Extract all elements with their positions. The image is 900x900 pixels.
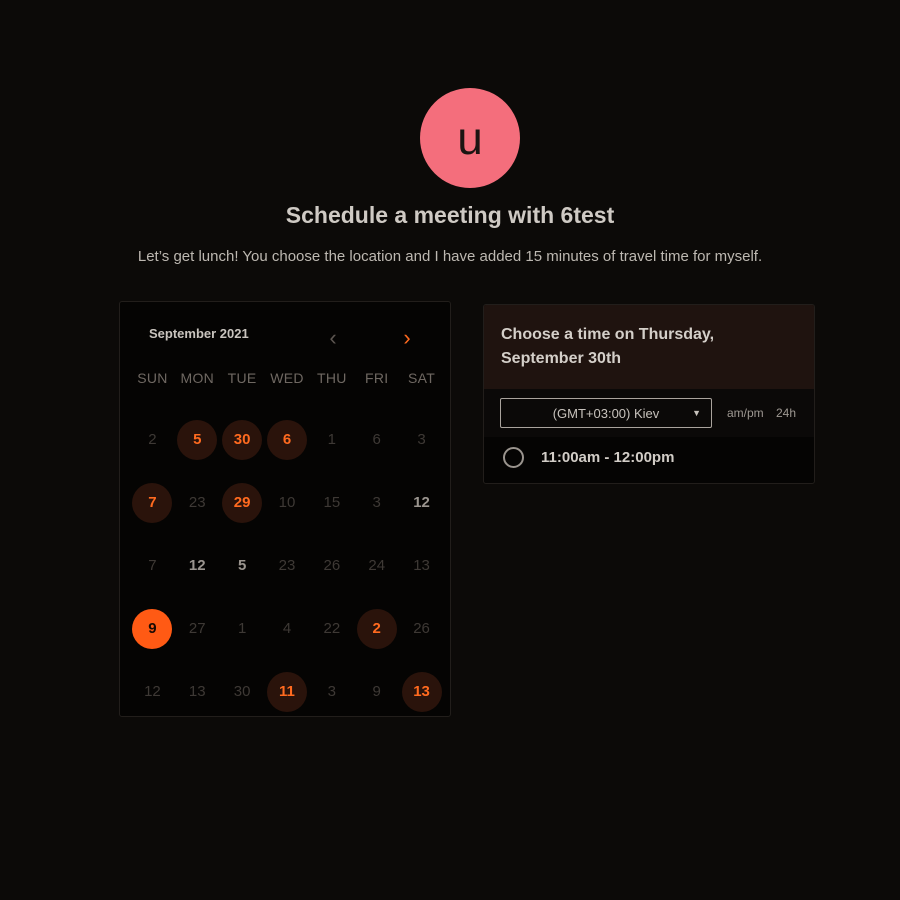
day-grid: 2 5 30 6 1 6 3 7 23 29 10 15 3 12 7 12 5 23 26 24 13 9 27 1 4 22 2… (130, 408, 444, 723)
day-cell-selected[interactable]: 9 (130, 597, 175, 660)
day-number: 9 (372, 683, 381, 700)
caret-down-icon: ▼ (692, 408, 701, 418)
avatar: u (420, 88, 520, 188)
format-24h-toggle[interactable]: 24h (776, 406, 796, 420)
page-title: Schedule a meeting with 6test (285, 202, 615, 228)
day-number: 4 (282, 620, 292, 637)
day-number: 6 (266, 419, 307, 460)
day-cell: 12 (175, 534, 220, 597)
day-cell: 9 (354, 660, 399, 723)
day-number: 15 (323, 494, 341, 511)
day-cell: 23 (175, 471, 220, 534)
day-cell: 13 (175, 660, 220, 723)
day-cell[interactable]: 30 (220, 408, 265, 471)
day-cell: 27 (175, 597, 220, 660)
day-number: 1 (237, 620, 247, 637)
day-cell[interactable]: 7 (130, 471, 175, 534)
day-number: 12 (188, 557, 206, 574)
day-number: 3 (327, 683, 337, 700)
day-cell: 30 (220, 660, 265, 723)
avatar-letter: u (457, 112, 483, 164)
timezone-select[interactable]: (GMT+03:00) Kiev ▼ (500, 398, 712, 428)
timezone-value: (GMT+03:00) Kiev (552, 405, 660, 421)
day-number: 23 (188, 494, 206, 511)
day-number: 7 (148, 557, 157, 574)
day-number: 22 (323, 620, 341, 637)
day-number: 7 (132, 482, 173, 523)
day-number: 24 (368, 557, 386, 574)
event-description: Let’s get lunch! You choose the location… (137, 248, 763, 265)
day-number: 3 (372, 494, 381, 511)
day-number: 27 (188, 620, 206, 637)
day-cell: 23 (265, 534, 310, 597)
day-number: 11 (266, 671, 307, 712)
day-cell: 6 (354, 408, 399, 471)
day-number: 9 (132, 608, 173, 649)
weekday-label: WED (270, 370, 304, 386)
day-number: 5 (237, 557, 247, 574)
day-number: 6 (372, 431, 381, 448)
day-number: 1 (327, 431, 337, 448)
weekday-label: FRI (364, 370, 389, 386)
day-cell: 3 (354, 471, 399, 534)
time-slot[interactable]: 11:00am - 12:00pm (484, 437, 814, 483)
slot-list: 11:00am - 12:00pm (484, 437, 814, 483)
day-number: 2 (356, 608, 397, 649)
timezone-row: (GMT+03:00) Kiev ▼ am/pm 24h (484, 389, 814, 437)
day-number: 26 (413, 620, 430, 637)
format-12h-toggle[interactable]: am/pm (727, 406, 764, 420)
day-cell[interactable]: 11 (265, 660, 310, 723)
day-number: 13 (401, 671, 442, 712)
month-label: September 2021 (149, 326, 249, 341)
day-cell: 12 (130, 660, 175, 723)
day-number: 13 (188, 683, 206, 700)
day-cell: 2 (130, 408, 175, 471)
day-number: 29 (222, 482, 263, 523)
weekday-label: MON (180, 370, 215, 386)
weekday-label: SUN (137, 370, 168, 386)
date-picker-calendar: September 2021 ‹ › SUN MON TUE WED THU FRI SAT… (119, 301, 451, 717)
day-cell[interactable]: 2 (354, 597, 399, 660)
chevron-left-icon[interactable]: ‹ (321, 326, 345, 350)
day-cell: 1 (309, 408, 354, 471)
day-cell: 7 (130, 534, 175, 597)
day-number: 5 (177, 419, 218, 460)
weekday-label: SAT (408, 370, 436, 386)
day-cell[interactable]: 29 (220, 471, 265, 534)
day-cell: 13 (399, 534, 444, 597)
day-cell: 26 (399, 597, 444, 660)
weekday-label: THU (317, 370, 347, 386)
day-cell: 1 (220, 597, 265, 660)
day-cell[interactable]: 6 (265, 408, 310, 471)
chevron-right-icon[interactable]: › (395, 326, 419, 350)
day-number: 13 (413, 557, 430, 574)
weekday-header: SUN MON TUE WED THU FRI SAT (130, 370, 444, 386)
day-number: 12 (413, 494, 430, 511)
day-cell: 5 (220, 534, 265, 597)
day-number: 3 (417, 431, 426, 448)
weekday-label: TUE (227, 370, 257, 386)
radio-circle-icon[interactable] (503, 447, 524, 468)
day-number: 30 (222, 419, 263, 460)
day-cell: 10 (265, 471, 310, 534)
time-slot-panel: Choose a time on Thursday, September 30t… (483, 304, 815, 484)
day-cell: 4 (265, 597, 310, 660)
day-number: 12 (144, 683, 161, 700)
day-cell: 24 (354, 534, 399, 597)
day-cell: 22 (309, 597, 354, 660)
time-slot-label: 11:00am - 12:00pm (541, 449, 675, 466)
day-number: 23 (278, 557, 296, 574)
time-panel-heading: Choose a time on Thursday, September 30t… (484, 305, 814, 389)
day-number: 10 (278, 494, 296, 511)
day-number: 30 (233, 683, 251, 700)
day-cell: 12 (399, 471, 444, 534)
day-cell[interactable]: 13 (399, 660, 444, 723)
day-cell: 3 (309, 660, 354, 723)
day-cell: 15 (309, 471, 354, 534)
day-cell[interactable]: 5 (175, 408, 220, 471)
day-cell: 26 (309, 534, 354, 597)
day-number: 2 (148, 431, 157, 448)
day-number: 26 (323, 557, 341, 574)
day-cell: 3 (399, 408, 444, 471)
